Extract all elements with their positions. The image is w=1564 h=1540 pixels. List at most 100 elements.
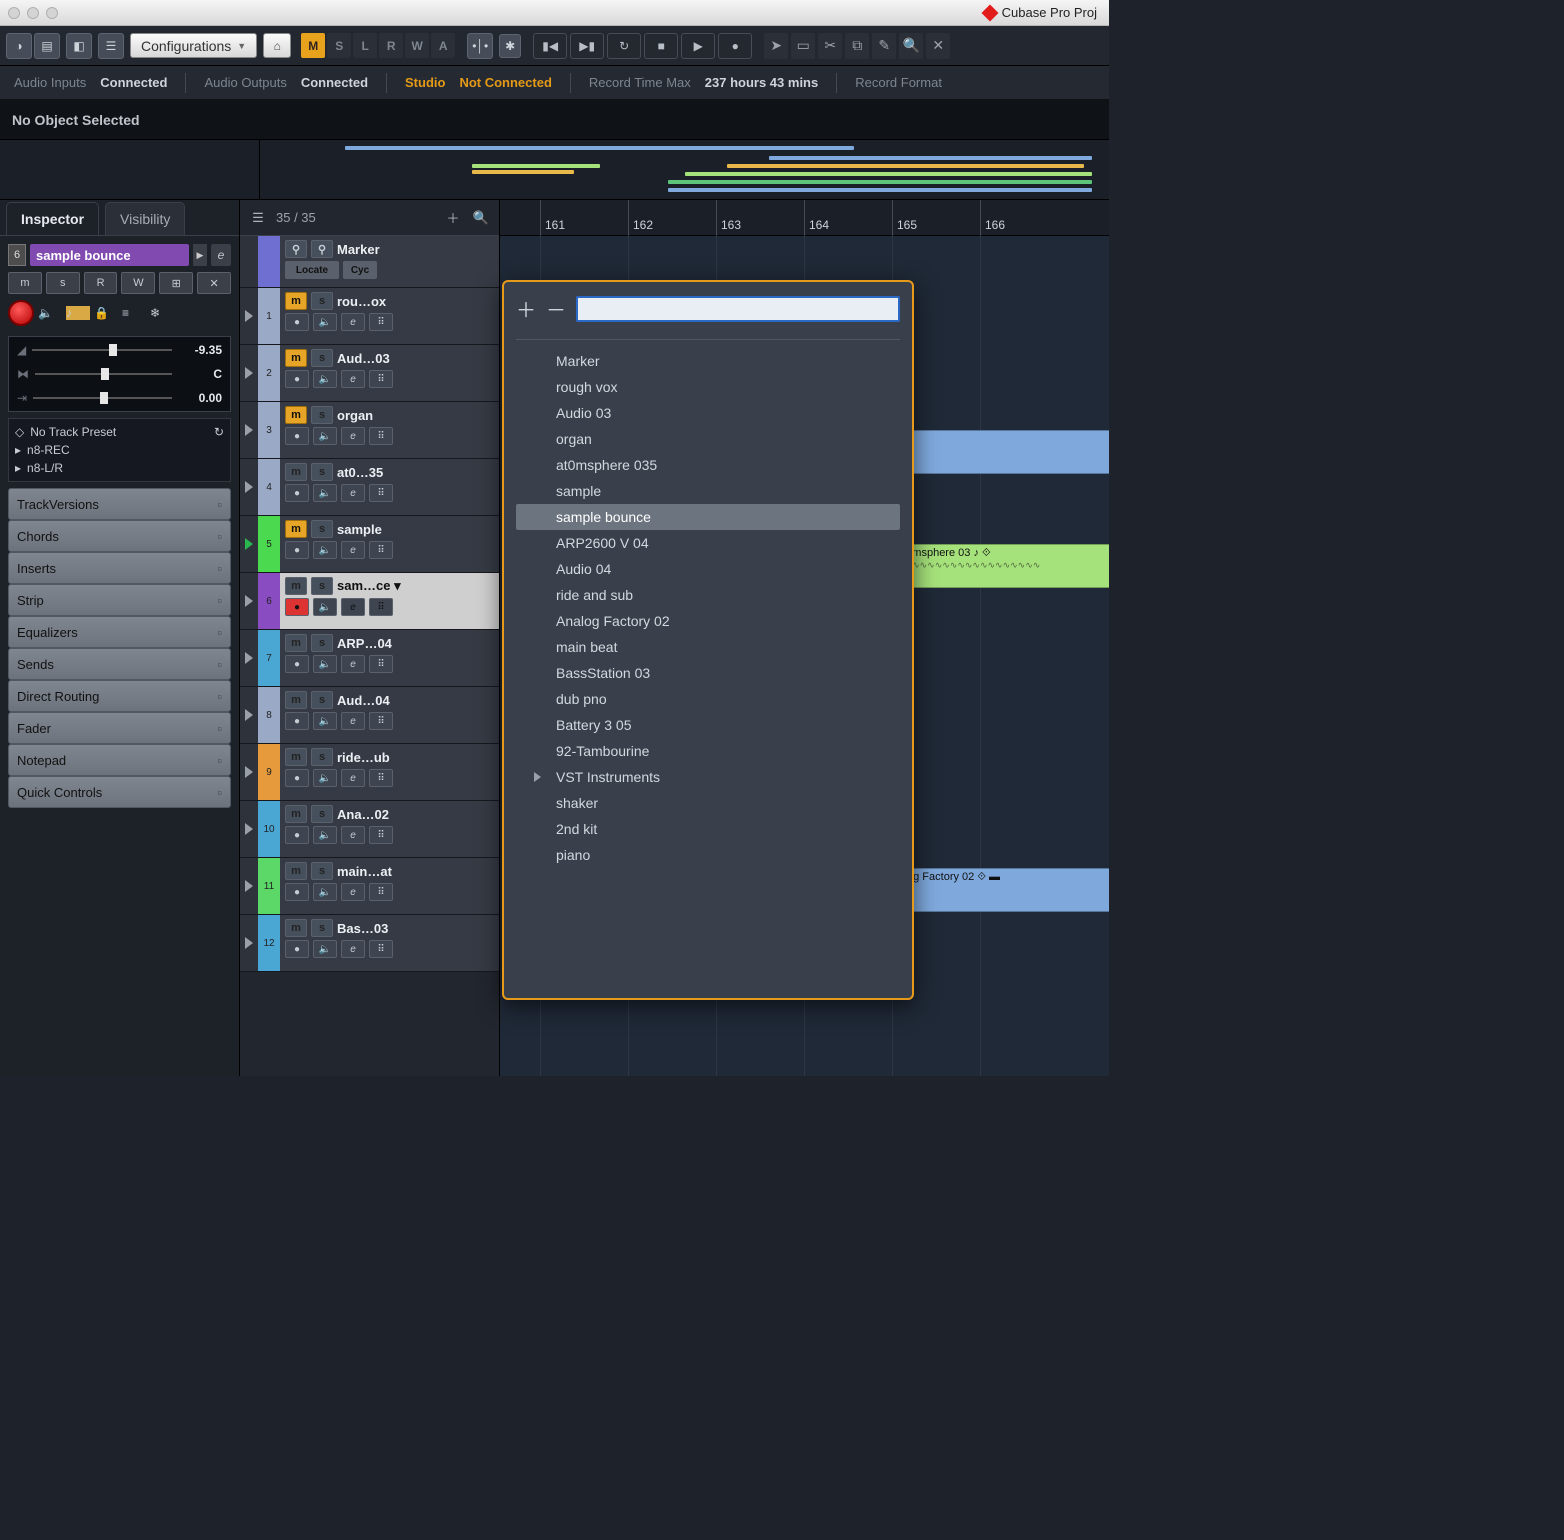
track-monitor-button[interactable]: 🔈 [313,541,337,559]
pan-value[interactable]: C [178,367,222,381]
track-mute-button[interactable]: m [285,748,307,766]
record-button[interactable]: ● [718,33,752,59]
track-edit-button[interactable]: e [341,883,365,901]
track-row[interactable]: 1msrou…ox●🔈e⠿ [240,288,499,345]
cycle-button[interactable]: ↻ [607,33,641,59]
track-solo-button[interactable]: s [311,691,333,709]
zoom-tool[interactable]: 🔍 [899,33,923,59]
inspector-section-fader[interactable]: Fader▫ [8,712,231,744]
range-tool[interactable]: ▭ [791,33,815,59]
track-solo-button[interactable]: s [311,520,333,538]
inspector-section-sends[interactable]: Sends▫ [8,648,231,680]
collapse-all-button[interactable]: － [546,294,566,323]
expand-all-button[interactable]: ＋ [516,294,536,323]
track-rec-button[interactable]: ● [285,655,309,673]
insp-solo-button[interactable]: s [46,272,80,294]
track-monitor-button[interactable]: 🔈 [313,655,337,673]
scissors-tool[interactable]: ✂ [818,33,842,59]
track-preset-field[interactable]: No Track Preset [30,425,116,439]
search-result-item[interactable]: organ [516,426,900,452]
search-result-item[interactable]: BassStation 03 [516,660,900,686]
list-button[interactable]: ☰ [98,33,124,59]
a-button[interactable]: A [431,33,455,58]
track-solo-button[interactable]: s [311,292,333,310]
track-edit-button[interactable]: e [341,712,365,730]
insp-mute-button[interactable]: m [8,272,42,294]
track-monitor-button[interactable]: 🔈 [313,313,337,331]
autoscroll-button[interactable]: •│• [467,33,493,59]
input-routing[interactable]: n8-REC [27,443,70,457]
track-rec-button[interactable]: ● [285,883,309,901]
inspector-section-quick-controls[interactable]: Quick Controls▫ [8,776,231,808]
track-row[interactable]: 8msAud…04●🔈e⠿ [240,687,499,744]
insp-x-button[interactable]: ✕ [197,272,231,294]
track-edit-button[interactable]: e [341,769,365,787]
search-result-item[interactable]: Audio 04 [516,556,900,582]
marker-locate-button[interactable]: Locate [285,261,339,279]
track-edit-button[interactable]: e [341,370,365,388]
track-mute-button[interactable]: m [285,919,307,937]
search-result-item[interactable]: sample bounce [516,504,900,530]
toggle-lower-zone-button[interactable]: ▤ [34,33,60,59]
listen-button[interactable]: L [353,33,377,58]
timeline-ruler[interactable]: 161162163164165166 [500,200,1109,236]
track-mute-button[interactable]: m [285,463,307,481]
track-rec-button[interactable]: ● [285,940,309,958]
project-overview[interactable] [0,140,1109,200]
inspector-section-chords[interactable]: Chords▫ [8,520,231,552]
home-button[interactable]: ⌂ [263,33,291,58]
track-edit-button[interactable]: e [341,598,365,616]
inspector-section-direct-routing[interactable]: Direct Routing▫ [8,680,231,712]
add-track-button[interactable]: ＋ [443,208,463,228]
track-mute-button[interactable]: m [285,691,307,709]
insp-monitor-button[interactable]: 🔈 [38,306,62,320]
track-solo-button[interactable]: s [311,862,333,880]
track-row[interactable]: ⚲⚲MarkerLocateCyc [240,236,499,288]
insp-timebase-button[interactable]: ♪ [66,306,90,320]
insp-read-button[interactable]: R [84,272,118,294]
track-mute-button[interactable]: m [285,520,307,538]
track-row[interactable]: 2msAud…03●🔈e⠿ [240,345,499,402]
mac-minimize-button[interactable] [27,7,39,19]
search-result-item[interactable]: 92-Tambourine [516,738,900,764]
track-row[interactable]: 3msorgan●🔈e⠿ [240,402,499,459]
track-expand-icon[interactable]: ▶ [193,244,207,266]
pointer-tool[interactable]: ➤ [764,33,788,59]
inspector-section-inserts[interactable]: Inserts▫ [8,552,231,584]
track-rec-button[interactable]: ● [285,598,309,616]
insp-freeze-button[interactable]: ❄ [150,306,174,320]
insp-lanes-button[interactable]: ⊞ [159,272,193,294]
track-monitor-button[interactable]: 🔈 [313,712,337,730]
track-monitor-button[interactable]: 🔈 [313,826,337,844]
track-search-button[interactable]: 🔍 [471,208,491,228]
track-row[interactable]: 4msat0…35●🔈e⠿ [240,459,499,516]
track-monitor-button[interactable]: 🔈 [313,370,337,388]
track-mute-button[interactable]: m [285,349,307,367]
track-rec-button[interactable]: ● [285,427,309,445]
track-monitor-button[interactable]: 🔈 [313,598,337,616]
mac-close-button[interactable] [8,7,20,19]
search-result-item[interactable]: VST Instruments [516,764,900,790]
edit-channel-button[interactable]: e [211,244,231,266]
track-edit-button[interactable]: e [341,313,365,331]
track-monitor-button[interactable]: 🔈 [313,427,337,445]
delay-slider[interactable] [33,397,172,399]
track-edit-button[interactable]: e [341,655,365,673]
search-result-item[interactable]: 2nd kit [516,816,900,842]
solo-all-button[interactable]: S [327,33,351,58]
toggle-left-zone-button[interactable]: ◑ [6,33,32,59]
delay-value[interactable]: 0.00 [178,391,222,405]
track-rec-button[interactable]: ● [285,769,309,787]
reload-preset-icon[interactable]: ↻ [214,425,224,439]
snap-star-button[interactable]: ✱ [499,34,521,58]
search-result-item[interactable]: ride and sub [516,582,900,608]
clip-bg-blue[interactable] [880,430,1109,474]
insp-lock-button[interactable]: 🔒 [94,306,118,320]
search-result-item[interactable]: at0msphere 035 [516,452,900,478]
track-monitor-button[interactable]: 🔈 [313,883,337,901]
draw-tool[interactable]: ✎ [872,33,896,59]
mac-zoom-button[interactable] [46,7,58,19]
track-solo-button[interactable]: s [311,748,333,766]
stop-button[interactable]: ■ [644,33,678,59]
pan-slider[interactable] [35,373,172,375]
